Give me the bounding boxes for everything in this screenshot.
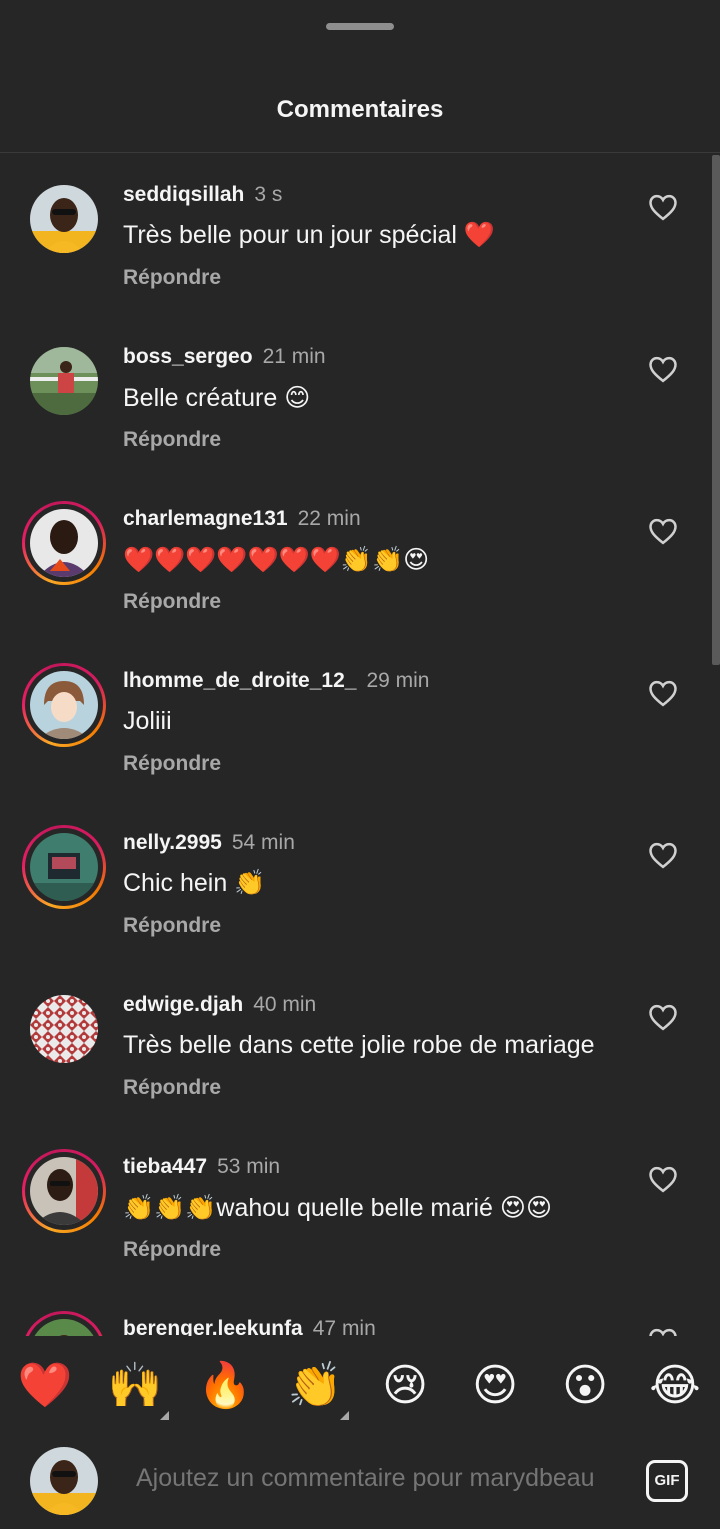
drag-handle[interactable]	[326, 23, 394, 30]
avatar[interactable]	[22, 987, 106, 1071]
comment-time: 53 min	[217, 1155, 281, 1178]
comment-item: tieba447 53 min 👏👏👏wahou quelle belle mar…	[0, 1125, 720, 1287]
comment-item: lhomme_de_droite_12_ 29 min Joliii Répond…	[0, 639, 720, 801]
comment-username[interactable]: seddiqsillah	[123, 183, 244, 206]
reply-button[interactable]: Répondre	[123, 590, 221, 614]
comment-item: nelly.2995 54 min Chic hein 👏 Répondre	[0, 801, 720, 963]
avatar-image	[30, 671, 98, 739]
avatar-image	[30, 347, 98, 415]
comment-username[interactable]: berenger.leekunfa	[123, 1317, 303, 1336]
comment-text: Très belle dans cette jolie robe de mari…	[123, 1031, 595, 1059]
comment-item: berenger.leekunfa 47 min	[0, 1287, 720, 1336]
reply-button[interactable]: Répondre	[123, 266, 221, 290]
comments-sheet: Commentaires seddiqsillah 3 s Très belle…	[0, 0, 720, 1529]
avatar[interactable]	[22, 177, 106, 261]
avatar-story-ring[interactable]	[22, 663, 106, 747]
comment-composer: GIF	[0, 1440, 720, 1529]
comment-text: Chic hein 👏	[123, 869, 266, 897]
avatar-image	[30, 1157, 98, 1225]
comments-list[interactable]: seddiqsillah 3 s Très belle pour un jour …	[0, 153, 720, 1336]
reply-button[interactable]: Répondre	[123, 1076, 221, 1100]
avatar-image	[30, 833, 98, 901]
comment-username[interactable]: boss_sergeo	[123, 345, 253, 368]
comment-item: charlemagne131 22 min ❤️❤️❤️❤️❤️❤️❤️👏👏😍 R…	[0, 477, 720, 639]
reaction-heart[interactable]: ❤️	[17, 1358, 73, 1414]
reaction-raising-hands[interactable]: 🙌	[107, 1358, 163, 1414]
comment-username[interactable]: lhomme_de_droite_12_	[123, 669, 356, 692]
avatar-image	[30, 1319, 98, 1336]
avatar[interactable]	[22, 339, 106, 423]
reaction-laughing[interactable]: 😂	[647, 1358, 703, 1414]
reply-button[interactable]: Répondre	[123, 752, 221, 776]
reaction-clapping[interactable]: 👏	[287, 1358, 343, 1414]
avatar-image	[30, 509, 98, 577]
skin-tone-indicator	[340, 1411, 349, 1420]
reply-button[interactable]: Répondre	[123, 428, 221, 452]
comment-username[interactable]: tieba447	[123, 1155, 207, 1178]
comment-text: Belle créature 😊	[123, 384, 311, 412]
comment-input[interactable]	[136, 1464, 616, 1493]
heart-outline-icon[interactable]	[648, 193, 678, 221]
reaction-surprised[interactable]: 😮	[557, 1358, 613, 1414]
reply-button[interactable]: Répondre	[123, 1238, 221, 1262]
heart-outline-icon[interactable]	[648, 1165, 678, 1193]
avatar-story-ring[interactable]	[22, 501, 106, 585]
comment-time: 54 min	[231, 831, 295, 854]
sheet-title: Commentaires	[276, 96, 444, 123]
heart-outline-icon[interactable]	[648, 1003, 678, 1031]
quick-reactions-bar: ❤️ 🙌 🔥 👏 😢 😍 😮 😂	[0, 1350, 720, 1430]
comment-username[interactable]: charlemagne131	[123, 507, 288, 530]
comment-time: 21 min	[262, 345, 326, 368]
comment-meta: tieba447 53 min	[123, 1155, 280, 1179]
comment-text: Très belle pour un jour spécial ❤️	[123, 221, 496, 249]
reaction-heart-eyes[interactable]: 😍	[467, 1358, 523, 1414]
comment-time: 47 min	[312, 1317, 376, 1336]
comment-item: boss_sergeo 21 min Belle créature 😊 Répon…	[0, 315, 720, 477]
current-user-avatar[interactable]	[30, 1447, 98, 1515]
comment-username[interactable]: edwige.djah	[123, 993, 243, 1016]
avatar-image	[30, 185, 98, 253]
comment-time: 22 min	[297, 507, 361, 530]
comment-item: seddiqsillah 3 s Très belle pour un jour …	[0, 153, 720, 315]
avatar-story-ring[interactable]	[22, 1311, 106, 1336]
comment-meta: lhomme_de_droite_12_ 29 min	[123, 669, 429, 693]
heart-outline-icon[interactable]	[648, 841, 678, 869]
comment-meta: charlemagne131 22 min	[123, 507, 361, 531]
comment-item: edwige.djah 40 min Très belle dans cette …	[0, 963, 720, 1125]
avatar-image	[30, 995, 98, 1063]
comment-text: Joliii	[123, 707, 172, 735]
avatar-story-ring[interactable]	[22, 1149, 106, 1233]
comment-meta: seddiqsillah 3 s	[123, 183, 282, 207]
comment-meta: berenger.leekunfa 47 min	[123, 1317, 376, 1336]
reaction-crying[interactable]: 😢	[377, 1358, 433, 1414]
reaction-fire[interactable]: 🔥	[197, 1358, 253, 1414]
comment-username[interactable]: nelly.2995	[123, 831, 222, 854]
scrollbar[interactable]	[712, 155, 720, 665]
avatar-story-ring[interactable]	[22, 825, 106, 909]
skin-tone-indicator	[160, 1411, 169, 1420]
comment-time: 3 s	[254, 183, 283, 206]
comment-text: 👏👏👏wahou quelle belle marié 😍😍	[123, 1194, 553, 1222]
comment-meta: nelly.2995 54 min	[123, 831, 295, 855]
heart-outline-icon[interactable]	[648, 517, 678, 545]
comment-text: ❤️❤️❤️❤️❤️❤️❤️👏👏😍	[123, 546, 430, 574]
comment-time: 40 min	[253, 993, 317, 1016]
heart-outline-icon[interactable]	[648, 355, 678, 383]
comment-meta: edwige.djah 40 min	[123, 993, 316, 1017]
comment-meta: boss_sergeo 21 min	[123, 345, 326, 369]
reply-button[interactable]: Répondre	[123, 914, 221, 938]
heart-outline-icon[interactable]	[648, 679, 678, 707]
heart-outline-icon[interactable]	[648, 1327, 678, 1336]
comment-time: 29 min	[366, 669, 430, 692]
gif-icon[interactable]: GIF	[646, 1460, 688, 1502]
